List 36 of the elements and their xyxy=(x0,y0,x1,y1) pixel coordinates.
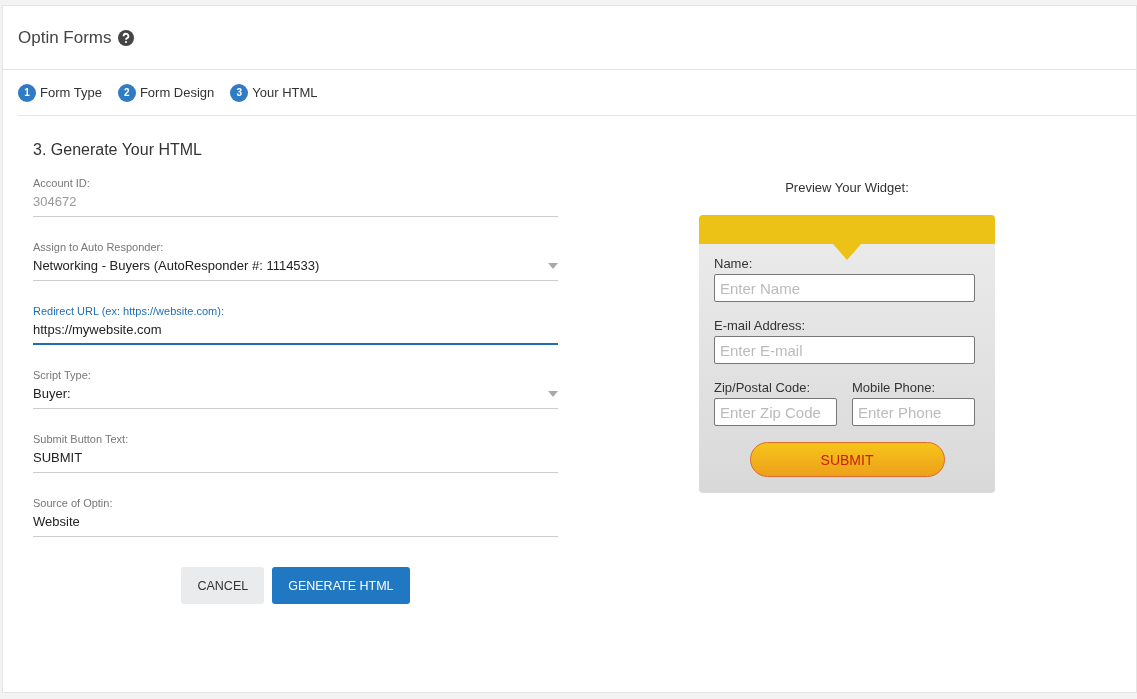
field-label: Redirect URL (ex: https://website.com): xyxy=(33,305,225,317)
widget-input[interactable]: Enter Phone xyxy=(852,398,975,426)
field-label: Account ID: xyxy=(33,177,91,189)
caret-icon xyxy=(548,390,558,397)
field-value: https://mywebsite.com xyxy=(33,322,162,337)
help-icon[interactable] xyxy=(117,29,134,46)
section-heading: 3. Generate Your HTML xyxy=(33,141,203,159)
dropdown-field[interactable]: Script Type: Buyer: xyxy=(33,369,558,409)
input-field[interactable]: Submit Button Text: SUBMIT xyxy=(33,433,558,473)
field-value: Buyer: xyxy=(33,386,71,401)
step-tab[interactable]: 2 Form Design xyxy=(117,83,215,102)
widget-label: E-mail Address: xyxy=(714,318,807,333)
step-tab[interactable]: 3 Your HTML xyxy=(230,83,318,102)
field-value: 304672 xyxy=(33,194,77,209)
cancel-button[interactable]: CANCEL xyxy=(181,567,265,604)
widget-label: Zip/Postal Code: xyxy=(714,380,812,395)
field-value: Networking - Buyers (AutoResponder #: 1114533) xyxy=(33,258,320,273)
caret-icon xyxy=(548,262,558,269)
field-label: Script Type: xyxy=(33,369,92,381)
widget-label: Name: xyxy=(714,256,754,271)
widget-input[interactable]: Enter E-mail xyxy=(714,336,975,364)
dropdown-field[interactable]: Assign to Auto Responder: Networking - Buyers (AutoResponder #: 1114533) xyxy=(33,241,558,281)
input-field[interactable]: Source of Optin: Website xyxy=(33,497,558,537)
field-value: SUBMIT xyxy=(33,450,83,465)
widget-label: Mobile Phone: xyxy=(852,380,937,395)
generate-button[interactable]: GENERATE HTML xyxy=(272,567,410,604)
field-label: Submit Button Text: xyxy=(33,433,130,445)
step-tab[interactable]: 1 Form Type xyxy=(18,83,102,102)
field-label: Source of Optin: xyxy=(33,497,114,509)
page-title: Optin Forms xyxy=(18,27,112,48)
field-label: Assign to Auto Responder: xyxy=(33,241,165,253)
widget-input[interactable]: Enter Zip Code xyxy=(714,398,837,426)
preview-title: Preview Your Widget: xyxy=(785,180,909,195)
field-value: Website xyxy=(33,514,80,529)
input-field[interactable]: Redirect URL (ex: https://website.com): https://mywebsite.com xyxy=(33,305,558,345)
widget-input[interactable]: Enter Name xyxy=(714,274,975,302)
